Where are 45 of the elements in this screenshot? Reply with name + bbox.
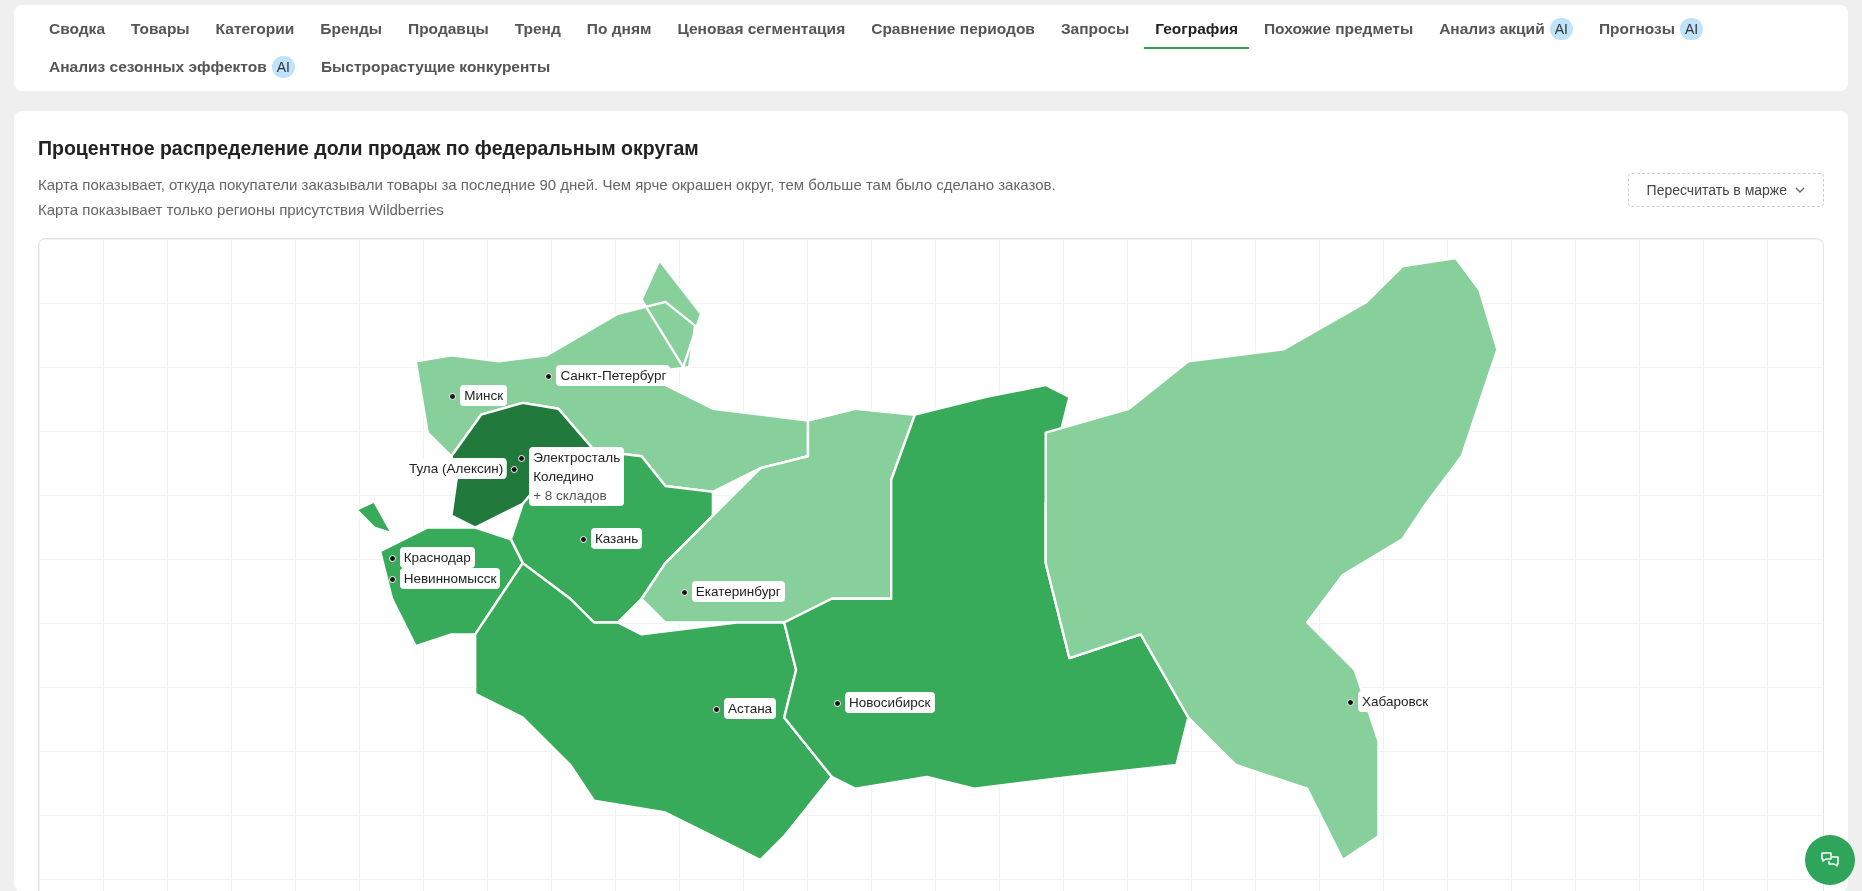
city-label: Краснодар: [399, 547, 475, 569]
ai-badge: AI: [1549, 18, 1573, 40]
city-label: Электросталь Коледино + 8 складов: [529, 446, 625, 506]
city-dot-icon: [680, 588, 688, 596]
city-label: Новосибирск: [845, 692, 935, 714]
city-dot-icon: [388, 555, 396, 563]
tab[interactable]: Сводка: [38, 11, 116, 49]
city-label: Казань: [590, 528, 643, 550]
city-dot-icon: [1347, 699, 1354, 707]
city-label: Астана: [723, 698, 777, 720]
city-dot-icon: [449, 392, 457, 400]
chat-bubbles-icon: [1820, 851, 1840, 869]
panel-title: Процентное распределение доли продаж по федеральным округам: [38, 137, 700, 160]
tab[interactable]: По дням: [575, 11, 663, 49]
description-text: Карта показывает, откуда покупатели заказывали товары за последние 90 дней. Чем ярче окрашен округ, тем больше там было сделано заказов.: [38, 175, 1056, 195]
city-label: Минск: [460, 384, 508, 406]
tab[interactable]: Сравнение периодов: [860, 11, 1046, 49]
tab[interactable]: Быстрорастущие конкуренты: [309, 49, 562, 87]
recalc-dropdown[interactable]: Пересчитать в марже: [1627, 173, 1824, 207]
ai-badge: AI: [1680, 18, 1704, 40]
caret-icon: [1795, 187, 1805, 193]
description-text: Карта показывает только регионы присутствия Wildberries: [38, 200, 445, 220]
city-dot-icon: [518, 454, 526, 462]
tab[interactable]: Категории: [204, 11, 306, 49]
tab[interactable]: Бренды: [309, 11, 393, 49]
tab[interactable]: Ценовая сегментация: [666, 11, 857, 49]
city-dot-icon: [712, 706, 720, 714]
city-label: Санкт-Петербург: [556, 364, 671, 386]
tab[interactable]: Анализ акций AI: [1428, 11, 1584, 49]
tab[interactable]: Тренд: [503, 11, 572, 49]
city-dot-icon: [388, 575, 396, 583]
tab[interactable]: География: [1144, 11, 1249, 49]
tab[interactable]: Похожие предметы: [1252, 11, 1425, 49]
tab[interactable]: Анализ сезонных эффектов AI: [38, 49, 306, 87]
district-region[interactable]: [640, 407, 917, 624]
tab[interactable]: Товары: [120, 11, 201, 49]
ai-badge: AI: [271, 56, 295, 78]
district-region[interactable]: [783, 383, 1190, 790]
tab[interactable]: Продавцы: [397, 11, 500, 49]
city-dot-icon: [579, 536, 587, 544]
tab[interactable]: Прогнозы AI: [1587, 11, 1715, 49]
city-dot-icon: [545, 372, 553, 380]
tab[interactable]: Запросы: [1049, 11, 1141, 49]
city-dot-icon: [511, 466, 519, 474]
city-dot-icon: [834, 700, 841, 708]
